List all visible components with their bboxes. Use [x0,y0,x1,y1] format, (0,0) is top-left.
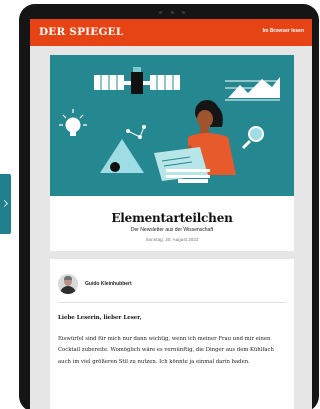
spiegel-logo[interactable]: DER SPIEGEL [39,26,123,38]
author-line: Guido Kleinhubbert [58,274,132,294]
prism-icon [100,139,144,173]
carousel-prev-arrow[interactable] [0,174,11,234]
tablet-screen: DER SPIEGEL Im Browser lesen Elementarte… [30,19,312,409]
lightbulb-icon [59,109,87,136]
newsletter-subtitle: Der Newsletter aus der Wissenschaft [130,227,214,233]
line-chart-icon [225,77,280,101]
author-name: Guido Kleinhubbert [85,281,132,287]
body-paragraph: Eiswürfel sind für mich nur dann wichtig… [58,336,274,365]
science-illustration [59,67,280,183]
magnifier-icon [241,126,264,150]
newsletter-content: Guido Kleinhubbert Liebe Leserin, lieber… [50,259,294,409]
open-in-browser-link[interactable]: Im Browser lesen [263,28,304,34]
newsletter-header-card: Elementarteilchen Der Newsletter aus der… [50,55,294,251]
tablet-device-frame: DER SPIEGEL Im Browser lesen Elementarte… [19,4,319,409]
camera-dots [159,10,185,14]
author-avatar [58,274,78,294]
newsletter-title: Elementarteilchen [111,211,233,225]
divider [58,302,286,303]
greeting: Liebe Leserin, lieber Leser, [58,315,142,321]
newsletter-header-bar: DER SPIEGEL Im Browser lesen [30,19,312,46]
satellite-icon [94,67,180,94]
hero-illustration [50,55,294,196]
molecule-icon [126,125,146,139]
newsletter-date: Sonntag, 20. August 2023 [145,237,199,242]
